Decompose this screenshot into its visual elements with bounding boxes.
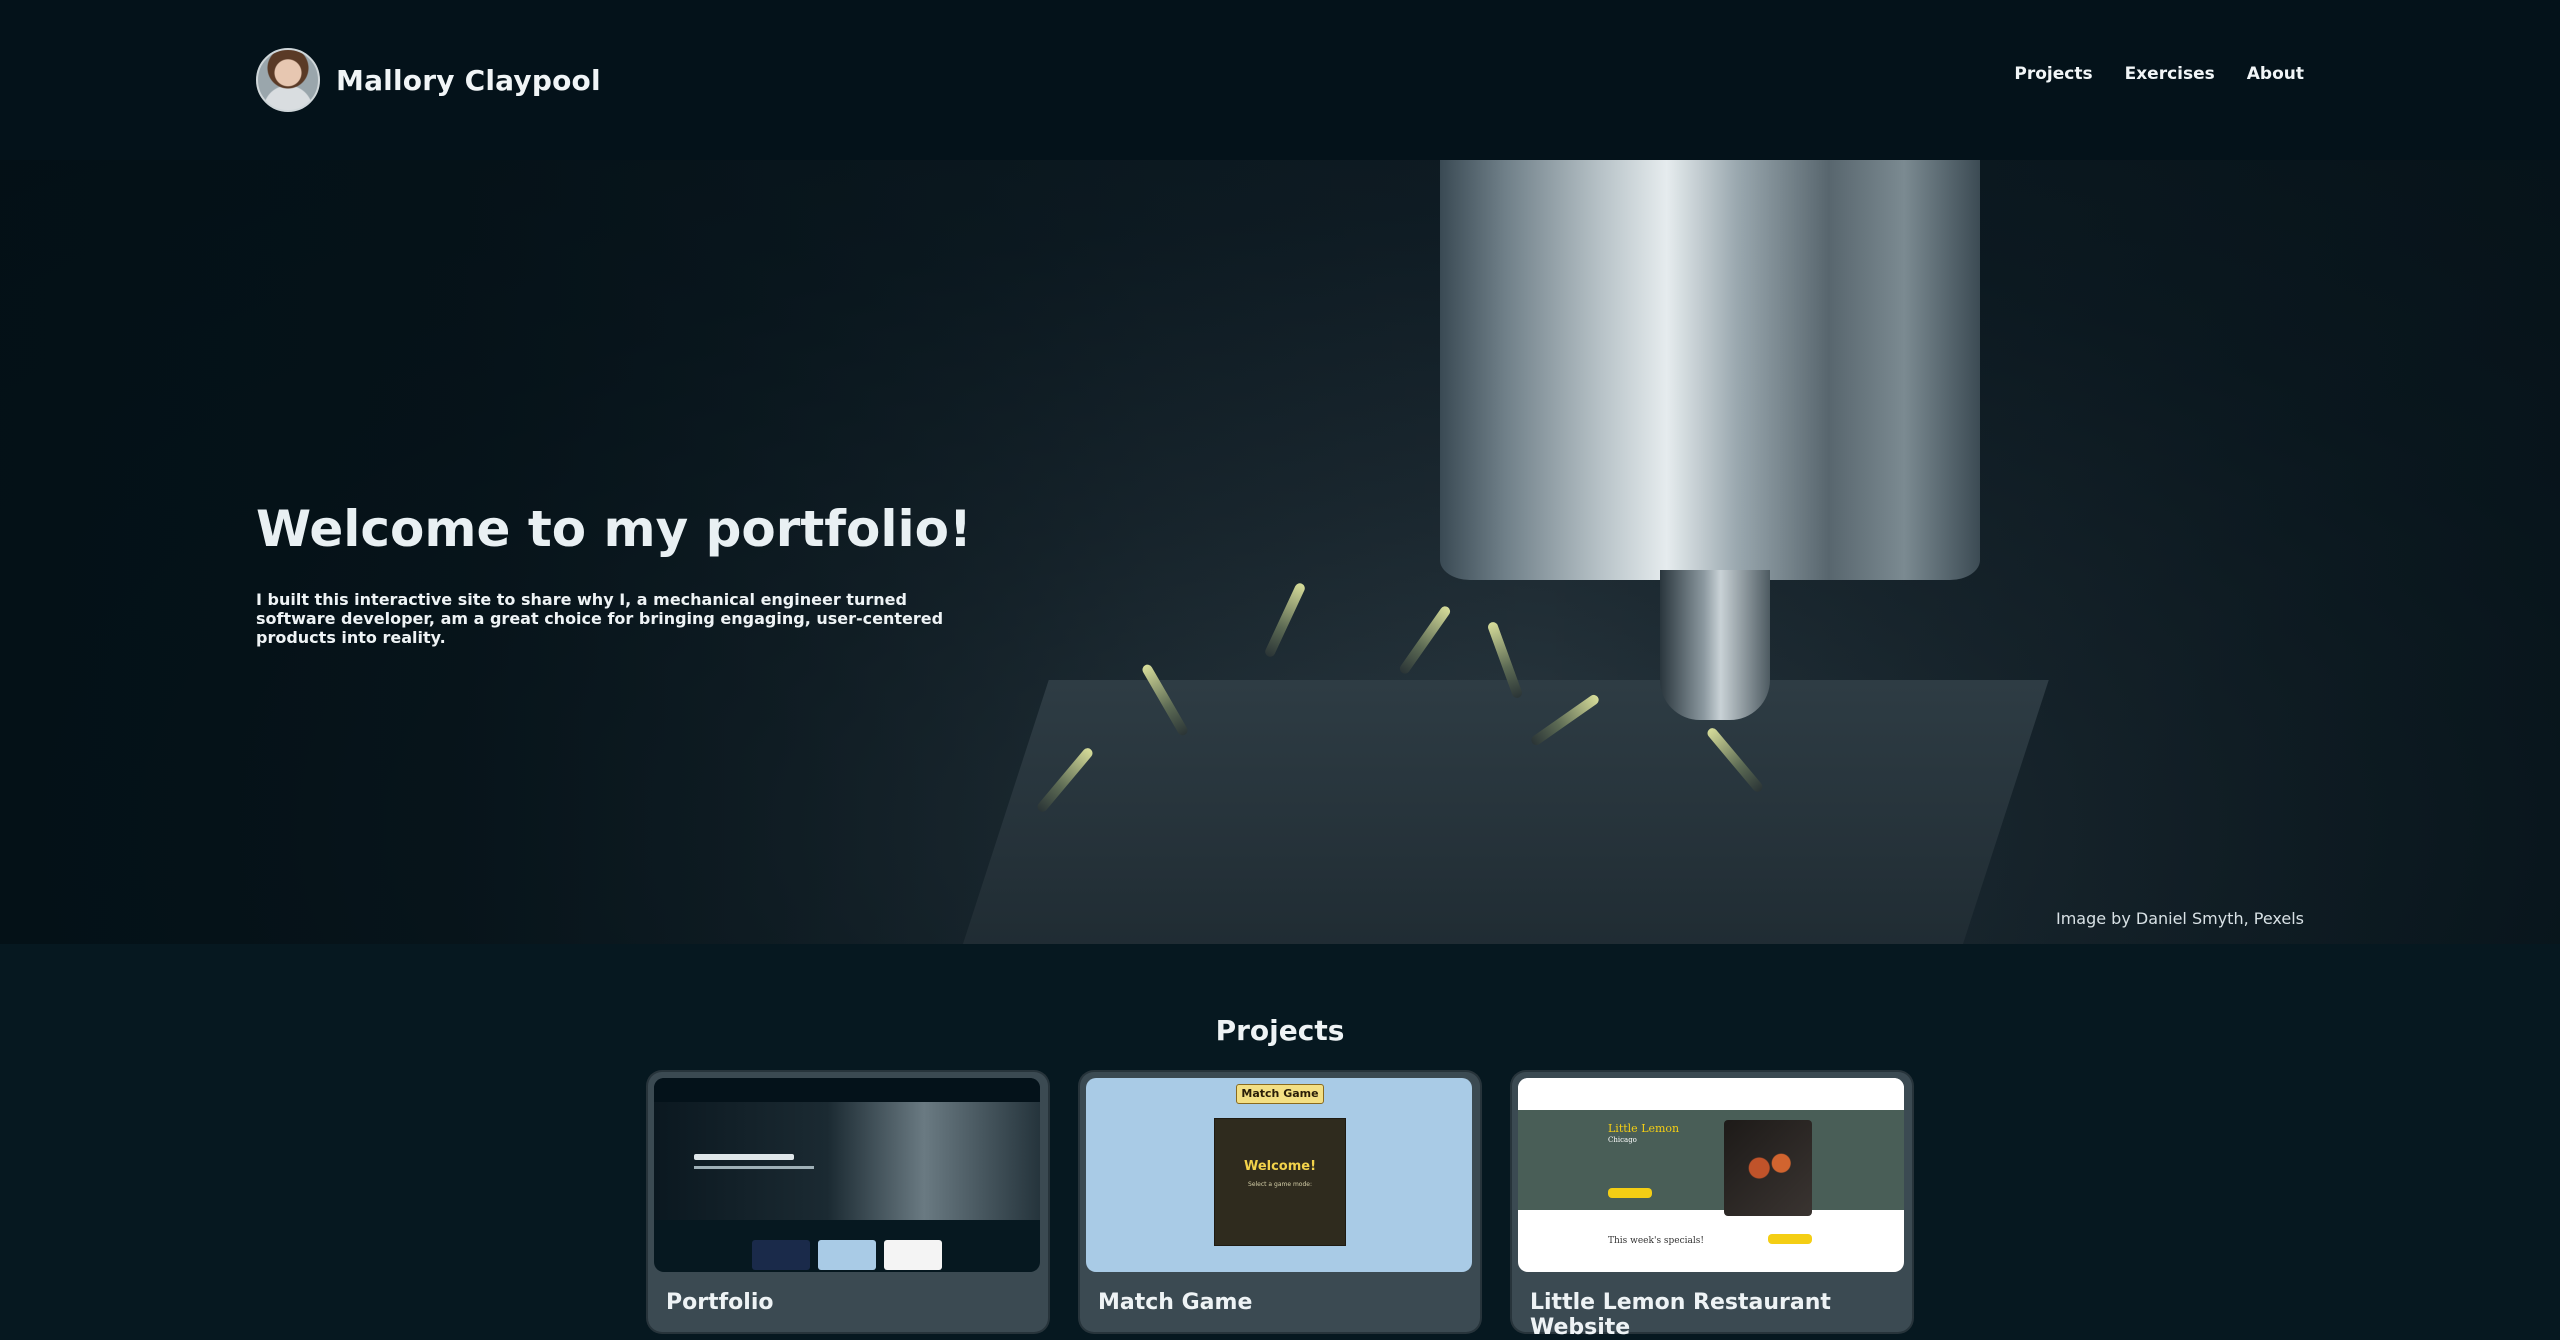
hero-image-chip [1263,581,1307,659]
nav-about[interactable]: About [2247,64,2304,84]
project-card-little-lemon[interactable]: Little Lemon Chicago This week's special… [1512,1072,1912,1340]
project-thumbnail: Little Lemon Chicago This week's special… [1518,1078,1904,1272]
project-thumbnail: Match Game Welcome! Select a game mode: [1086,1078,1472,1272]
hero-image-chip [1397,604,1453,676]
hero-section: Welcome to my portfolio! I built this in… [0,160,2560,944]
project-card-title: Portfolio [666,1290,774,1315]
project-card-portfolio[interactable]: Portfolio [648,1072,1048,1332]
main-nav: Projects Exercises About [2014,64,2304,84]
project-card-title: Little Lemon Restaurant Website [1530,1290,1831,1340]
nav-exercises[interactable]: Exercises [2125,64,2215,84]
thumbnail-welcome: Welcome! [1243,1159,1317,1174]
hero-description: I built this interactive site to share w… [256,590,944,647]
project-card-title: Match Game [1098,1290,1253,1315]
thumbnail-banner: Match Game [1236,1084,1324,1104]
avatar [256,48,320,112]
hero-image-spindle [1440,160,1980,580]
thumbnail-brand: Little Lemon [1608,1122,1680,1135]
hero-image-workpiece [951,680,2049,944]
thumbnail-city: Chicago [1608,1136,1637,1144]
hero-image-cutter [1660,570,1770,720]
site-owner-name: Mallory Claypool [336,63,601,97]
thumbnail-food-photo [1724,1120,1812,1216]
thumbnail-game-board: Welcome! Select a game mode: [1214,1118,1346,1246]
project-card-match-game[interactable]: Match Game Welcome! Select a game mode: … [1080,1072,1480,1332]
projects-heading: Projects [1215,1014,1345,1047]
hero-title: Welcome to my portfolio! [256,500,972,558]
thumbnail-subtitle: Select a game mode: [1248,1181,1312,1188]
image-credit: Image by Daniel Smyth, Pexels [2055,909,2304,928]
thumbnail-specials: This week's specials! [1608,1236,1705,1246]
project-thumbnail [654,1078,1040,1272]
site-header: Mallory Claypool Projects Exercises Abou… [0,0,2560,160]
nav-projects[interactable]: Projects [2014,64,2092,84]
brand[interactable]: Mallory Claypool [256,48,601,112]
